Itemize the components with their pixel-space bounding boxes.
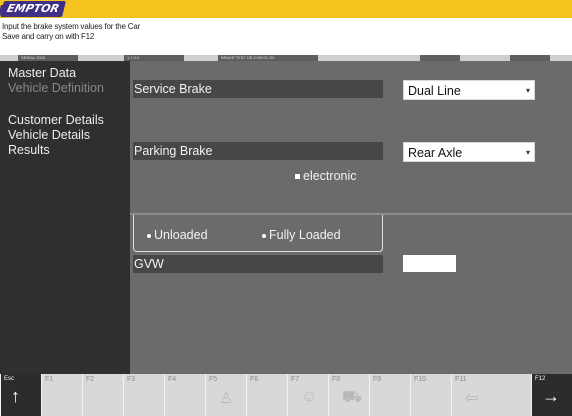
f10-key[interactable]: F10 [410,374,451,416]
dropdown-arrow-icon: ▾ [525,86,530,95]
arrow-right-icon: → [542,386,560,406]
f2-key[interactable]: F2 [82,374,123,416]
key-label: F1 [45,376,54,383]
instruction-line-1: Input the brake system values for the Ca… [2,22,141,31]
key-label: F4 [168,376,177,383]
f5-key[interactable]: F5 ♙ [205,374,246,416]
parking-brake-value: Rear Axle [408,146,463,160]
unloaded-radio-label[interactable]: Unloaded [154,228,208,242]
electronic-checkbox[interactable] [295,174,300,179]
fully-loaded-radio-label[interactable]: Fully Loaded [269,228,341,242]
arrow-up-icon: ↑ [11,386,20,406]
dropdown-arrow-icon: ▾ [525,148,530,157]
car-icon: ⛟ [342,389,363,406]
gvw-input[interactable] [403,255,456,272]
key-label: F12 [535,376,546,382]
f11-key[interactable]: F11 ⇦ [451,374,492,416]
key-label: F11 [455,376,467,383]
parking-brake-select[interactable]: Rear Axle ▾ [403,142,535,162]
service-brake-value: Dual Line [408,84,461,98]
parking-brake-label: Parking Brake [133,142,383,160]
sidebar-item-vehicle-definition[interactable]: Vehicle Definition [8,81,104,95]
key-label: F5 [209,376,218,383]
sidebar-item-master-data[interactable]: Master Data [8,66,76,80]
key-label: F8 [332,376,341,383]
fully-loaded-radio[interactable] [262,234,266,238]
service-brake-select[interactable]: Dual Line ▾ [403,80,535,100]
f8-key[interactable]: F8 ⛟ [328,374,369,416]
unloaded-radio[interactable] [147,234,151,238]
f1-key[interactable]: F1 [41,374,82,416]
instruction-line-2: Save and carry on with F12 [2,32,95,41]
key-label: F10 [414,376,427,383]
main-panel: Service Brake Dual Line ▾ Parking Brake … [130,61,572,374]
key-label: F9 [373,376,382,383]
key-label: F2 [86,376,95,383]
sidebar-item-vehicle-details[interactable]: Vehicle Details [8,128,90,142]
key-label: F6 [250,376,259,383]
f9-key[interactable]: F9 [369,374,410,416]
sidebar: Master Data Vehicle Definition Customer … [0,61,130,374]
cup-icon: ♙ [219,390,234,407]
brand-logo: EMPTOR [0,1,66,17]
person-icon: ☺ [301,388,318,405]
function-key-bar: Esc ↑ F1 F2 F3 F4 F5 ♙ F6 F7 ☺ F8 ⛟ F9 F… [0,374,572,416]
key-label: F3 [127,376,136,383]
f12-key[interactable]: F12 → [531,374,572,416]
service-brake-label: Service Brake [133,80,383,98]
sidebar-item-customer-details[interactable]: Customer Details [8,113,104,127]
gvw-label: GVW [133,255,383,273]
esc-key[interactable]: Esc ↑ [0,374,41,416]
electronic-checkbox-label: electronic [303,169,357,183]
key-label: Esc [4,376,15,382]
f7-key[interactable]: F7 ☺ [287,374,328,416]
top-header: EMPTOR [0,0,572,18]
f6-key[interactable]: F6 [246,374,287,416]
arrow-left-icon: ⇦ [465,390,479,407]
key-label: F7 [291,376,300,383]
sidebar-item-results[interactable]: Results [8,143,50,157]
f4-key[interactable]: F4 [164,374,205,416]
load-radio-group: Unloaded Fully Loaded [133,215,383,252]
f3-key[interactable]: F3 [123,374,164,416]
